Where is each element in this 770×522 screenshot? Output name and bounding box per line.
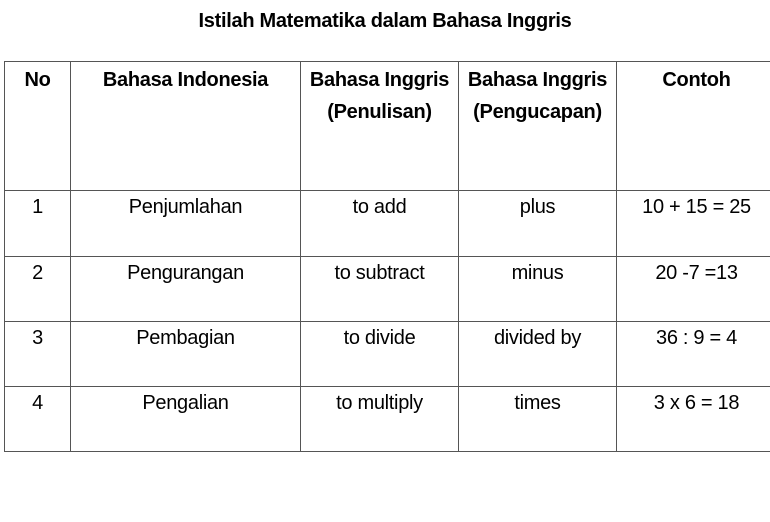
cell-no: 2 [4, 256, 71, 322]
cell-penulisan: to subtract [300, 256, 459, 322]
cell-pengucapan: plus [458, 190, 617, 257]
header-inggris-pengucapan: Bahasa Inggris (Pengucapan) [458, 61, 617, 191]
cell-penulisan: to divide [300, 321, 459, 387]
header-contoh: Contoh [616, 61, 770, 191]
cell-contoh: 20 -7 =13 [616, 256, 770, 322]
table-row: 1 Penjumlahan to add plus 10 + 15 = 25 [4, 190, 770, 257]
cell-indonesia: Pembagian [70, 321, 301, 387]
cell-penulisan: to add [300, 190, 459, 257]
cell-indonesia: Pengurangan [70, 256, 301, 322]
cell-pengucapan: minus [458, 256, 617, 322]
cell-indonesia: Pengalian [70, 386, 301, 452]
table-row: 4 Pengalian to multiply times 3 x 6 = 18 [4, 386, 770, 452]
cell-no: 4 [4, 386, 71, 452]
table-row: 2 Pengurangan to subtract minus 20 -7 =1… [4, 256, 770, 322]
cell-pengucapan: divided by [458, 321, 617, 387]
header-inggris-penulisan: Bahasa Inggris (Penulisan) [300, 61, 459, 191]
header-no: No [4, 61, 71, 191]
table-row: 3 Pembagian to divide divided by 36 : 9 … [4, 321, 770, 387]
cell-pengucapan: times [458, 386, 617, 452]
cell-no: 1 [4, 190, 71, 257]
cell-indonesia: Penjumlahan [70, 190, 301, 257]
header-bahasa-indonesia: Bahasa Indonesia [70, 61, 301, 191]
cell-contoh: 10 + 15 = 25 [616, 190, 770, 257]
page-title: Istilah Matematika dalam Bahasa Inggris [198, 10, 572, 32]
cell-no: 3 [4, 321, 71, 387]
math-terms-table: No Bahasa Indonesia Bahasa Inggris (Penu… [4, 61, 770, 452]
cell-contoh: 3 x 6 = 18 [616, 386, 770, 452]
cell-contoh: 36 : 9 = 4 [616, 321, 770, 387]
cell-penulisan: to multiply [300, 386, 459, 452]
table-header-row: No Bahasa Indonesia Bahasa Inggris (Penu… [4, 61, 770, 191]
